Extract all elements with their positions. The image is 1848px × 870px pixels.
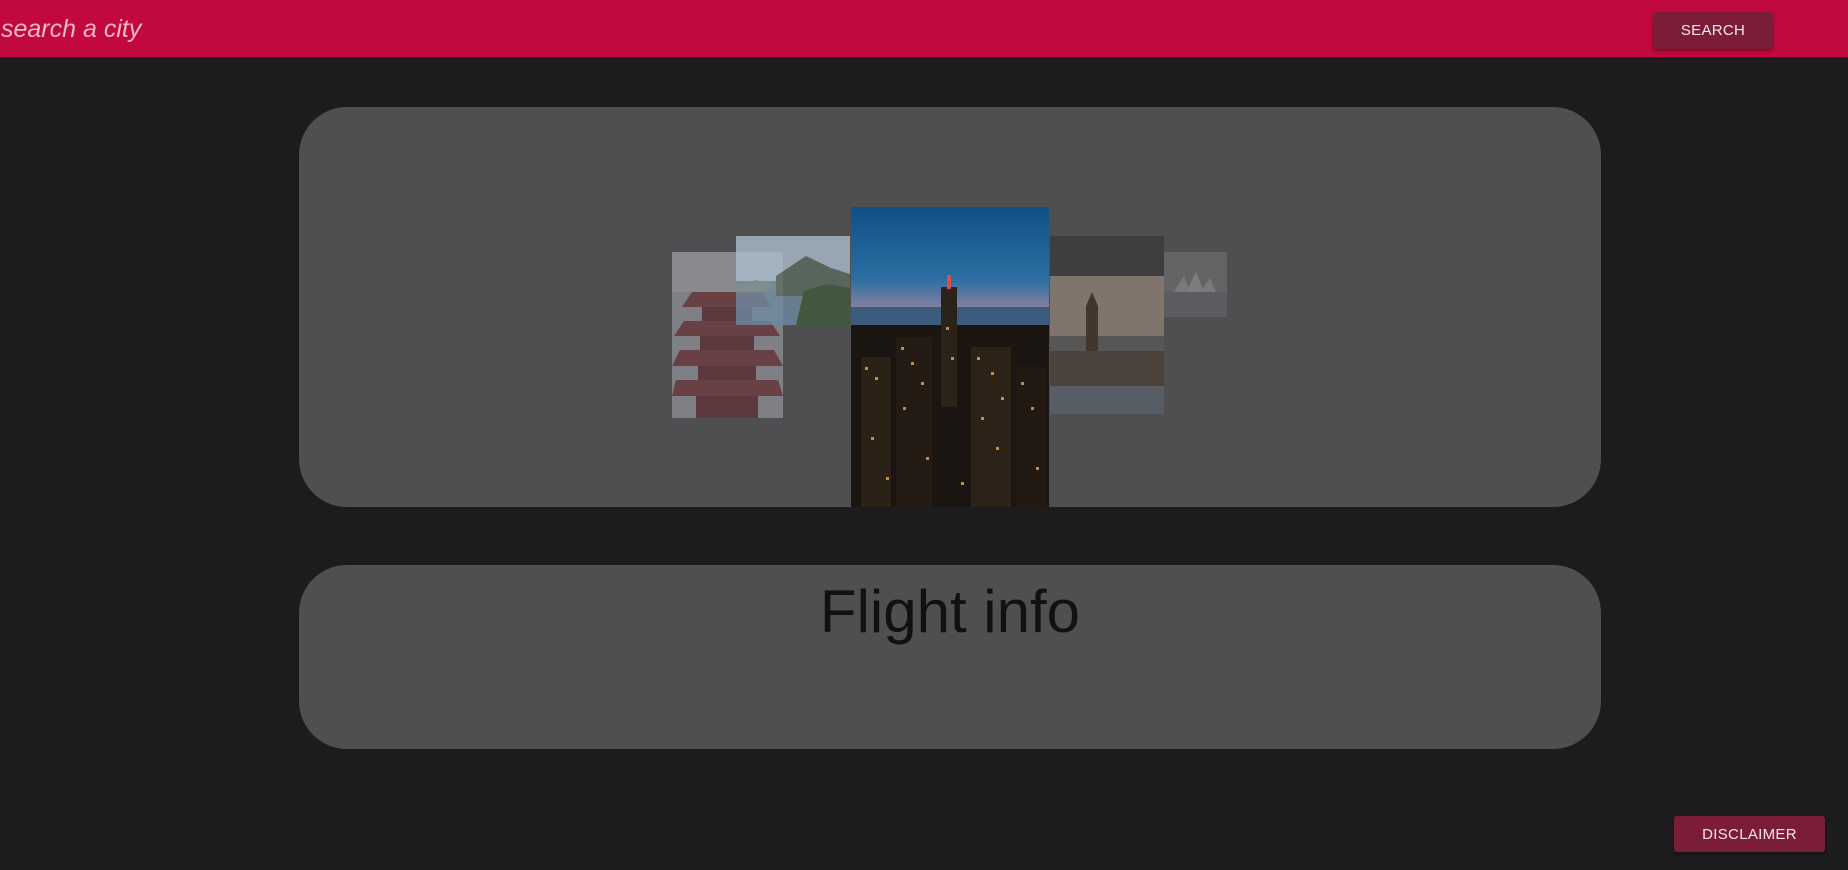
flight-info-card: Flight info [299,565,1601,749]
coastal-mountain-slide[interactable] [736,236,850,325]
city-skyline-night-slide[interactable] [851,207,1049,507]
coastal-mountain-image [736,236,850,325]
search-button[interactable]: SEARCH [1653,12,1773,49]
clock-tower-image [1050,236,1164,414]
clock-tower-river-slide[interactable] [1050,236,1164,414]
search-input[interactable] [0,14,521,44]
flight-info-title: Flight info [819,578,1081,645]
disclaimer-button[interactable]: DISCLAIMER [1674,816,1825,852]
image-carousel [299,107,1601,507]
harbour-opera-slide[interactable] [1164,252,1227,317]
city-skyline-image [851,207,1049,507]
top-bar: SEARCH [0,0,1848,57]
harbour-opera-image [1164,252,1227,317]
